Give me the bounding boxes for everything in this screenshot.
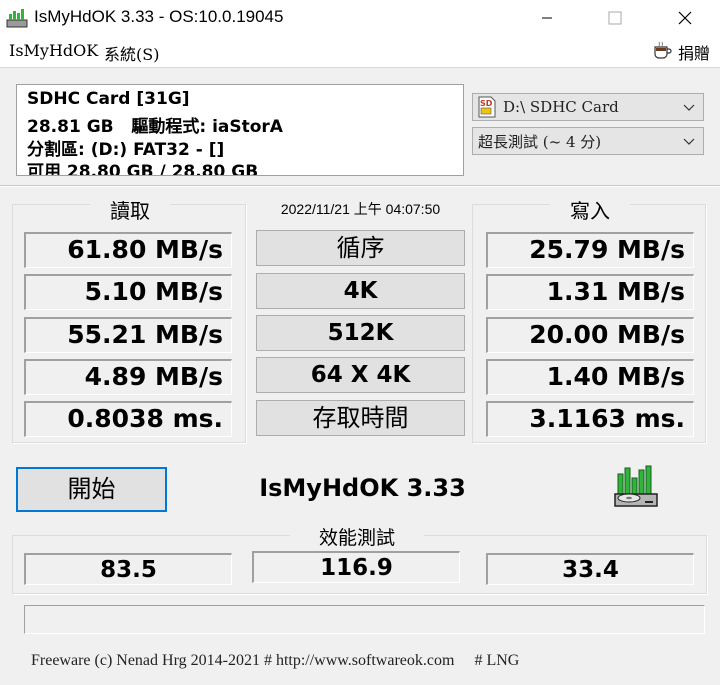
menu-system[interactable]: 系統(S) [104, 41, 159, 65]
svg-text:SD: SD [480, 99, 493, 108]
write-64x4k-value: 1.40 MB/s [486, 359, 694, 395]
drive-select-value: D:\ SDHC Card [503, 98, 619, 116]
test-timestamp: 2022/11/21 上午 04:07:50 [280, 201, 441, 217]
coffee-cup-icon [652, 40, 674, 64]
donate-label: 捐贈 [677, 44, 710, 63]
status-box [24, 605, 705, 634]
title-bar: IsMyHdOK 3.33 - OS:10.0.19045 [0, 0, 720, 36]
write-512k-value: 20.00 MB/s [486, 317, 694, 353]
write-score: 33.4 [486, 553, 694, 585]
test-512k-button[interactable]: 512K [256, 315, 465, 351]
drive-name: SDHC Card [31G] [27, 89, 190, 109]
menu-bar: IsMyHdOK 系統(S) 捐贈 [0, 36, 720, 68]
drive-size-driver: 28.81 GB 驅動程式: iaStorA [27, 117, 283, 137]
hard-drive-icon [612, 464, 660, 512]
app-icon [6, 8, 28, 28]
menu-ismyhdok[interactable]: IsMyHdOK [9, 41, 98, 60]
start-button[interactable]: 開始 [16, 467, 167, 512]
write-access-time-value: 3.1163 ms. [486, 401, 694, 437]
read-512k-value: 55.21 MB/s [24, 317, 232, 353]
footer-text[interactable]: Freeware (c) Nenad Hrg 2014-2021 # http:… [31, 652, 519, 670]
separator [0, 185, 720, 187]
write-sequential-value: 25.79 MB/s [486, 232, 694, 268]
test-access-time-button[interactable]: 存取時間 [256, 400, 465, 436]
test-length-value: 超長測試 (~ 4 分) [478, 132, 602, 151]
write-title: 寫入 [550, 195, 630, 224]
write-4k-value: 1.31 MB/s [486, 274, 694, 310]
test-length-select[interactable]: 超長測試 (~ 4 分) [472, 127, 704, 155]
read-title: 讀取 [90, 195, 170, 224]
drive-select[interactable]: SD D:\ SDHC Card [472, 93, 704, 121]
overall-score: 116.9 [252, 551, 460, 583]
maximize-button[interactable] [592, 0, 638, 36]
close-button[interactable] [662, 0, 708, 36]
minimize-button[interactable] [524, 0, 570, 36]
test-sequential-button[interactable]: 循序 [256, 230, 465, 266]
read-4k-value: 5.10 MB/s [24, 274, 232, 310]
read-sequential-value: 61.80 MB/s [24, 232, 232, 268]
donate-button[interactable]: 捐贈 [652, 40, 710, 64]
app-name-label: IsMyHdOK 3.33 [259, 474, 466, 502]
read-score: 83.5 [24, 553, 232, 585]
chevron-down-icon [683, 99, 695, 117]
test-4k-button[interactable]: 4K [256, 273, 465, 309]
read-64x4k-value: 4.89 MB/s [24, 359, 232, 395]
sd-card-icon: SD [477, 96, 497, 118]
window-title: IsMyHdOK 3.33 - OS:10.0.19045 [34, 7, 284, 26]
drive-free-space: 可用 28.80 GB / 28.80 GB [27, 162, 259, 176]
read-access-time-value: 0.8038 ms. [24, 401, 232, 437]
performance-title: 效能測試 [290, 523, 424, 550]
chevron-down-icon [683, 133, 695, 151]
test-64x4k-button[interactable]: 64 X 4K [256, 357, 465, 393]
drive-info-panel: SDHC Card [31G] 28.81 GB 驅動程式: iaStorA 分… [16, 84, 464, 176]
